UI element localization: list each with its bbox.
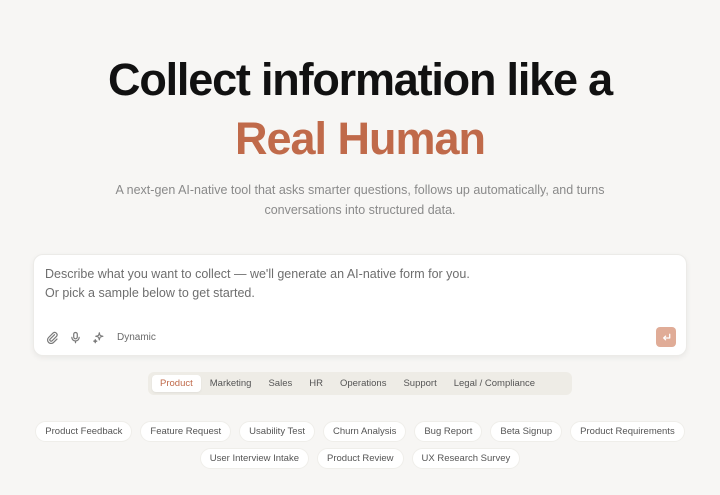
tab-hr[interactable]: HR xyxy=(301,375,331,392)
tab-legal-compliance[interactable]: Legal / Compliance xyxy=(446,375,543,392)
hero-subtitle-line2: conversations into structured data. xyxy=(264,203,456,217)
sample-chip[interactable]: Beta Signup xyxy=(490,421,563,442)
prompt-input-card[interactable]: Describe what you want to collect — we'l… xyxy=(33,254,687,356)
tab-marketing[interactable]: Marketing xyxy=(202,375,260,392)
tab-support[interactable]: Support xyxy=(395,375,444,392)
sample-chips-row-1: Product Feedback Feature Request Usabili… xyxy=(0,421,720,442)
sample-chip[interactable]: Feature Request xyxy=(140,421,232,442)
sample-chip[interactable]: Usability Test xyxy=(239,421,315,442)
tab-product[interactable]: Product xyxy=(152,375,201,392)
category-tabs: Product Marketing Sales HR Operations Su… xyxy=(148,372,572,395)
microphone-icon[interactable] xyxy=(69,330,82,344)
sample-chip[interactable]: Product Review xyxy=(317,448,404,469)
sample-chip[interactable]: Product Requirements xyxy=(570,421,685,442)
sample-chips-row-2: User Interview Intake Product Review UX … xyxy=(0,448,720,469)
sample-chip[interactable]: User Interview Intake xyxy=(199,448,309,469)
prompt-textarea[interactable]: Describe what you want to collect — we'l… xyxy=(45,265,645,303)
sample-chip[interactable]: UX Research Survey xyxy=(411,448,521,469)
prompt-toolbar: Dynamic xyxy=(46,329,156,345)
tab-sales[interactable]: Sales xyxy=(260,375,300,392)
prompt-placeholder-line2: Or pick a sample below to get started. xyxy=(45,286,255,300)
mode-toggle[interactable]: Dynamic xyxy=(117,332,156,343)
enter-icon xyxy=(662,333,670,340)
hero-subtitle: A next-gen AI-native tool that asks smar… xyxy=(110,180,610,220)
submit-button[interactable] xyxy=(656,327,676,347)
sample-chip[interactable]: Product Feedback xyxy=(35,421,133,442)
paperclip-icon[interactable] xyxy=(46,330,59,344)
hero-headline-accent: Real Human xyxy=(234,113,486,164)
tab-operations[interactable]: Operations xyxy=(332,375,394,392)
sample-chip[interactable]: Bug Report xyxy=(414,421,483,442)
prompt-placeholder-line1: Describe what you want to collect — we'l… xyxy=(45,267,470,281)
sparkle-icon[interactable] xyxy=(92,330,105,344)
sample-chip[interactable]: Churn Analysis xyxy=(322,421,407,442)
hero-headline: Collect information like a xyxy=(108,54,613,105)
hero-subtitle-line1: A next-gen AI-native tool that asks smar… xyxy=(115,183,605,197)
landing-page: Collect information like a Real Human A … xyxy=(0,0,720,495)
